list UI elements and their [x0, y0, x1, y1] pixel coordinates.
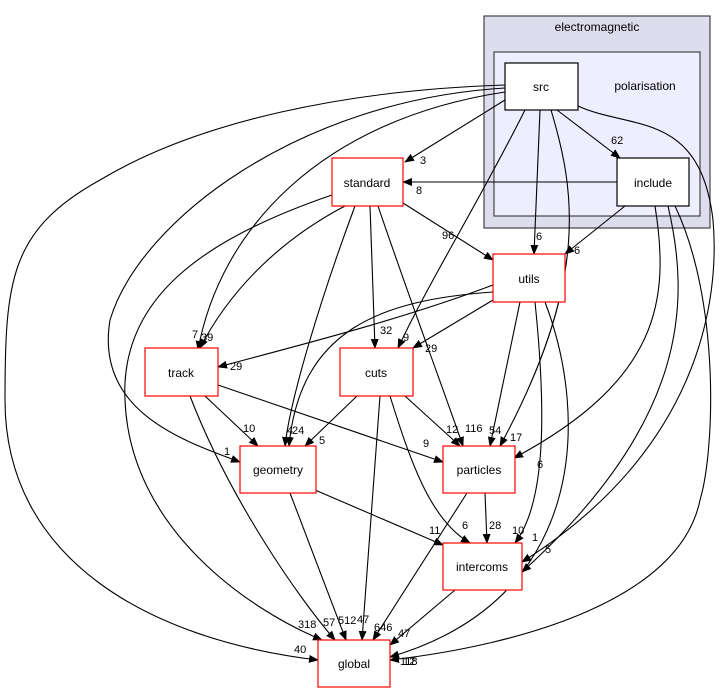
edge-label: 12	[403, 656, 415, 668]
edge-utils-intercoms	[514, 301, 543, 544]
node-intercoms[interactable]: intercoms	[442, 542, 523, 591]
edge-label: 11	[429, 525, 440, 537]
edge-label: 24	[292, 425, 304, 437]
edge-label: 62	[611, 135, 623, 147]
edge-label: 3	[420, 155, 426, 167]
edge-label: 9	[403, 332, 409, 344]
edge-label: 7	[192, 329, 198, 341]
edge-label: 8	[416, 185, 422, 197]
node-label: utils	[518, 272, 539, 286]
edge-label: 1	[224, 446, 230, 458]
edge-utils-cuts	[412, 299, 494, 349]
edge-label: 6	[462, 520, 468, 532]
node-geometry[interactable]: geometry	[239, 445, 317, 494]
edge-label: 54	[489, 425, 501, 437]
cluster-electromagnetic-label: electromagnetic	[555, 20, 640, 34]
edge-label: 17	[510, 432, 522, 444]
edge-label: 646	[374, 622, 392, 634]
edge-label: 40	[294, 644, 306, 656]
node-src[interactable]: src	[504, 62, 579, 111]
node-label: src	[533, 80, 549, 94]
edge-particles-intercoms	[482, 492, 491, 544]
edge-label: 4	[287, 425, 293, 437]
edge-label: 29	[230, 361, 242, 373]
edge-label: 29	[425, 343, 437, 355]
node-particles[interactable]: particles	[442, 445, 516, 494]
node-label: intercoms	[456, 560, 508, 574]
node-label: global	[338, 657, 370, 671]
edge-geometry-intercoms	[314, 489, 444, 546]
edge-standard-cuts	[369, 205, 379, 349]
cluster-polarisation-label: polarisation	[614, 79, 675, 93]
node-label: particles	[457, 463, 502, 477]
node-standard[interactable]: standard	[331, 157, 404, 207]
edge-src-global	[4, 84, 506, 663]
edge-cuts-particles	[404, 395, 461, 447]
edge-label: 57	[323, 617, 335, 629]
edge-label: 6	[537, 459, 543, 471]
edge-label: 10	[512, 525, 524, 537]
edge-label: 6	[536, 231, 542, 243]
node-include[interactable]: include	[616, 157, 690, 207]
edge-label: 318	[298, 619, 316, 631]
edge-label: 9	[423, 438, 429, 450]
node-track[interactable]: track	[144, 347, 219, 397]
edge-label: 10	[243, 423, 255, 435]
edge-src-geometry	[107, 87, 506, 463]
edge-track-global	[189, 395, 336, 641]
edge-label: 47	[357, 614, 369, 626]
edge-label: 12	[446, 424, 458, 436]
edge-include-particles	[513, 205, 661, 459]
edge-label: 5	[545, 544, 551, 556]
edge-label: 5	[319, 435, 325, 447]
node-label: track	[168, 366, 195, 380]
edge-label: 32	[380, 325, 392, 337]
edge-label: 512	[338, 615, 356, 627]
node-cuts[interactable]: cuts	[339, 347, 414, 397]
edge-label: 1	[532, 532, 538, 544]
edge-label: 116	[465, 423, 483, 435]
node-global[interactable]: global	[317, 639, 391, 688]
edge-cuts-global	[358, 395, 381, 641]
node-label: cuts	[365, 366, 387, 380]
edge-label: 6	[574, 245, 580, 257]
edge-label: 28	[489, 520, 501, 532]
edge-label: 47	[398, 628, 410, 640]
node-label: standard	[344, 176, 391, 190]
edge-label: 39	[201, 332, 213, 344]
node-utils[interactable]: utils	[492, 253, 566, 303]
edge-src-track	[195, 91, 506, 351]
edge-track-geometry	[204, 395, 259, 447]
node-label: geometry	[253, 463, 303, 477]
edge-cuts-geometry	[304, 395, 358, 447]
dependency-graph: electromagnetic polarisation 3 62 6 9 17…	[4, 15, 715, 688]
edge-label: 96	[442, 230, 454, 242]
node-label: include	[634, 176, 672, 190]
